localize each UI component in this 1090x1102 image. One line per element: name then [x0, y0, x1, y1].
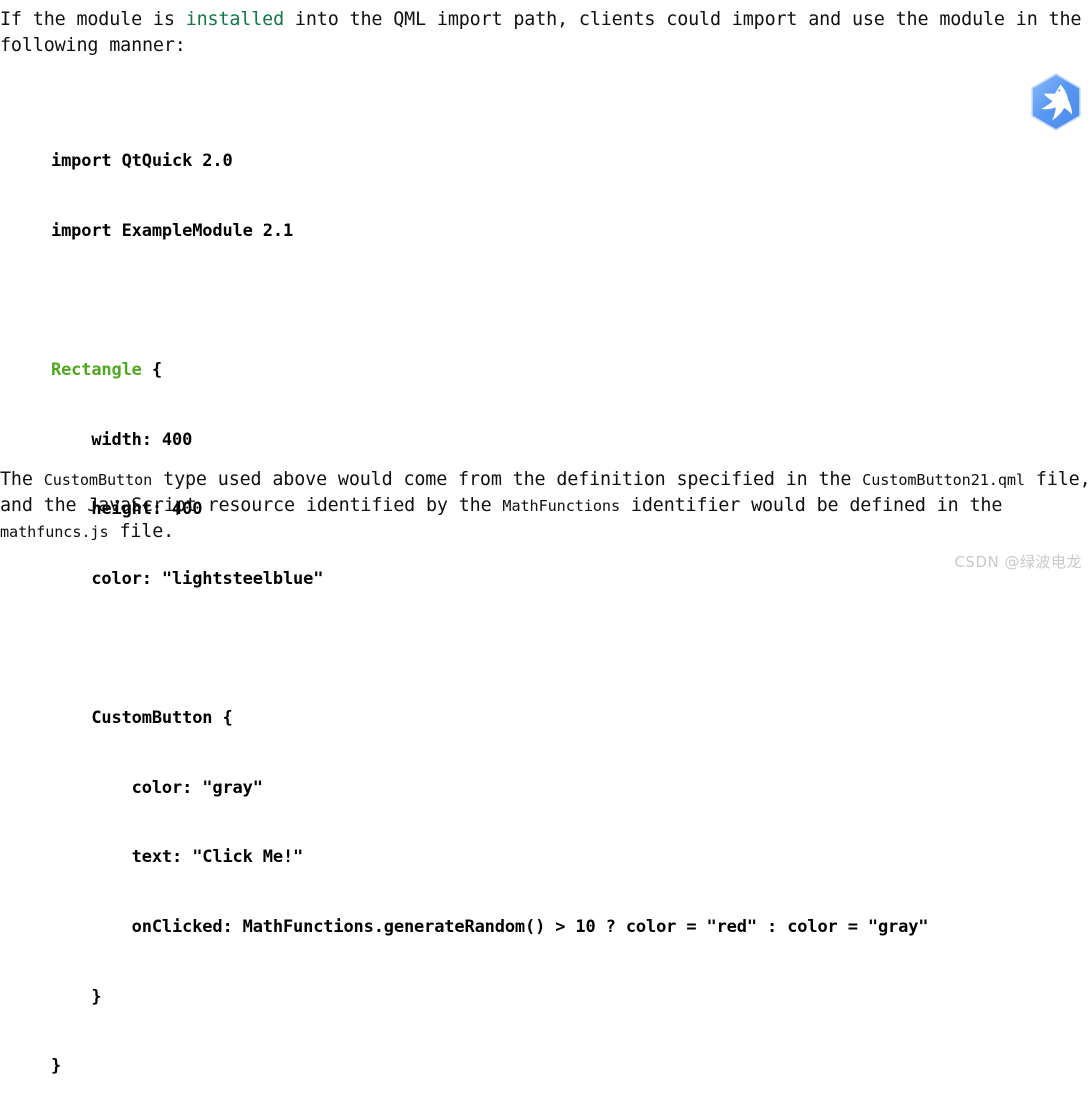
code-line-blank-1	[51, 290, 928, 313]
qml-code-block: import QtQuick 2.0 import ExampleModule …	[51, 104, 929, 1102]
code-line-button-text: text: "Click Me!"	[51, 847, 304, 868]
inline-code-custombutton: CustomButton	[43, 471, 153, 489]
closing-text-segment-5: file.	[108, 521, 175, 542]
code-line-import-examplemodule: import ExampleModule 2.1	[51, 221, 294, 241]
code-line-color: color: "lightsteelblue"	[51, 568, 324, 589]
code-token-rectangle-brace: {	[141, 360, 162, 381]
code-line-onclicked: onClicked: MathFunctions.generateRandom(…	[51, 916, 929, 937]
closing-text-segment-4: identifier would be defined in the	[620, 495, 1014, 516]
inline-code-mathfunctions: MathFunctions	[502, 497, 620, 515]
code-line-rectangle-close: }	[51, 1056, 62, 1077]
code-line-button-color: color: "gray"	[51, 777, 263, 798]
csdn-watermark: CSDN @绿波电龙	[954, 553, 1082, 571]
code-token-rectangle-type: Rectangle	[51, 360, 142, 381]
code-line-custombutton-close: }	[51, 986, 102, 1007]
closing-text-segment-2: type used above would come from the defi…	[152, 469, 863, 490]
closing-paragraph: The CustomButton type used above would c…	[0, 467, 1090, 545]
intro-paragraph: If the module is installed into the QML …	[0, 7, 1090, 59]
qt-kingfisher-logo-icon	[1031, 73, 1081, 131]
inline-code-mathfuncs-js: mathfuncs.js	[0, 523, 109, 541]
closing-text-segment-1: The	[0, 469, 44, 490]
inline-code-custombutton21-qml: CustomButton21.qml	[862, 471, 1025, 489]
intro-text-segment-1: If the module is	[0, 9, 186, 30]
code-line-blank-2	[51, 638, 928, 661]
code-line-import-qtquick: import QtQuick 2.0	[51, 151, 233, 172]
installed-link[interactable]: installed	[186, 9, 284, 30]
code-line-rectangle-open: Rectangle {	[51, 359, 928, 382]
code-line-custombutton-open: CustomButton {	[51, 708, 233, 729]
code-line-width: width: 400	[51, 429, 193, 450]
